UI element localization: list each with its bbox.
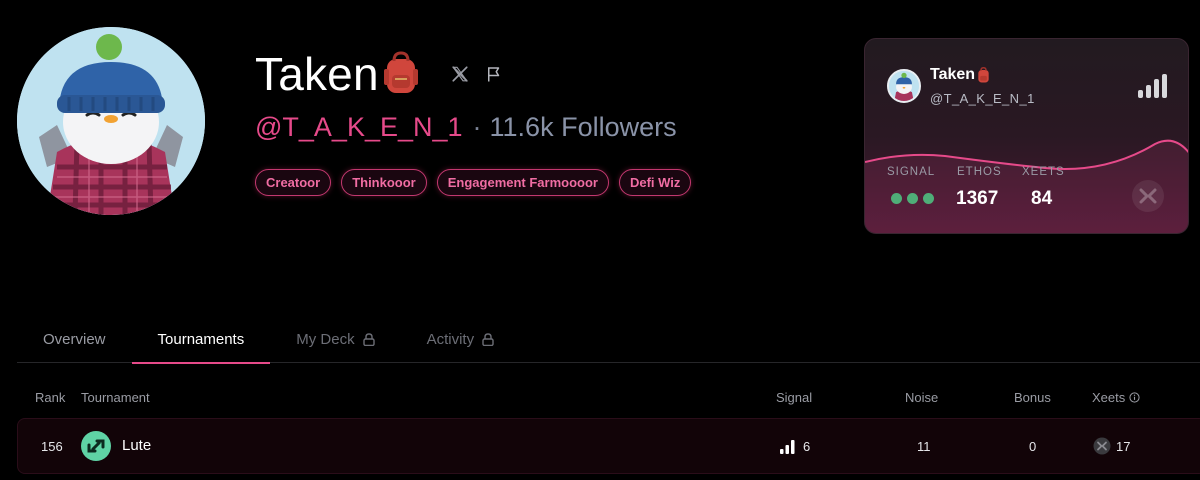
ethos-value: 1367	[956, 188, 999, 209]
xeets-label: XEETS	[1022, 166, 1065, 178]
lock-icon	[482, 332, 494, 346]
profile-handle-link[interactable]: @T_A_K_E_N_1	[255, 112, 463, 143]
profile-tabs: Overview Tournaments My Deck Activity	[17, 315, 1200, 364]
column-header-bonus: Bonus	[1014, 390, 1051, 405]
signal-bars-icon	[780, 440, 795, 454]
signal-dot	[923, 193, 934, 204]
tag-creatoor: Creatoor	[255, 169, 332, 196]
tag-defi-wiz: Defi Wiz	[618, 169, 692, 196]
ethos-label: ETHOS	[957, 166, 1002, 178]
lock-icon	[362, 332, 375, 346]
signal-label: SIGNAL	[887, 166, 936, 178]
tab-activity-label: Activity	[426, 330, 475, 348]
row-xeets: 17	[1116, 439, 1131, 454]
tag-engagement-farmoooor: Engagement Farmoooor	[436, 169, 609, 196]
flag-icon[interactable]	[485, 65, 503, 83]
card-handle: @T_A_K_E_N_1	[930, 91, 1035, 106]
followers-count: 11.6k Followers	[489, 112, 677, 142]
backpack-icon	[383, 51, 418, 93]
profile-info: Taken @T_A_K_E_N_1 · 11.6k Followers Cre…	[255, 48, 692, 196]
table-row[interactable]: 156 Lute 6 11 0 17	[17, 418, 1200, 474]
column-header-tournament: Tournament	[81, 390, 150, 405]
xeets-value: 84	[1031, 188, 1053, 209]
signal-dot	[891, 193, 902, 204]
profile-tags: Creatoor Thinkooor Engagement Farmoooor …	[255, 169, 692, 196]
tag-thinkooor: Thinkooor	[341, 169, 427, 196]
signal-bars-icon	[1138, 74, 1167, 98]
card-avatar	[887, 69, 921, 103]
tab-tournaments[interactable]: Tournaments	[131, 315, 271, 364]
backpack-icon	[978, 66, 989, 83]
signal-dot	[907, 193, 918, 204]
tab-my-deck-label: My Deck	[296, 330, 355, 348]
column-header-xeets-label: Xeets	[1092, 390, 1126, 405]
row-bonus: 0	[1029, 439, 1037, 454]
column-header-xeets: Xeets	[1092, 390, 1140, 405]
column-header-signal: Signal	[776, 390, 813, 405]
profile-name: Taken	[255, 48, 379, 100]
profile-avatar	[17, 27, 205, 215]
info-icon[interactable]	[1129, 392, 1140, 403]
penguin-avatar-image	[17, 27, 205, 215]
xeet-logo-icon	[1132, 180, 1164, 212]
column-header-rank: Rank	[35, 390, 66, 405]
tab-activity[interactable]: Activity	[401, 315, 521, 363]
xeet-logo-icon	[1093, 437, 1111, 455]
row-signal: 6	[803, 439, 811, 454]
card-name-text: Taken	[930, 66, 976, 83]
tab-overview-label: Overview	[43, 330, 106, 348]
row-noise: 11	[917, 439, 931, 454]
tab-overview[interactable]: Overview	[17, 315, 132, 363]
tab-tournaments-label: Tournaments	[157, 330, 245, 348]
card-name: Taken	[930, 66, 991, 84]
profile-stat-card: Taken @T_A_K_E_N_1 SIGNAL ETHOS XEETS 13…	[864, 38, 1189, 234]
row-rank: 156	[41, 439, 63, 454]
separator-dot: ·	[472, 112, 482, 142]
lute-logo-icon	[81, 431, 111, 461]
x-icon[interactable]	[451, 65, 469, 83]
penguin-avatar-mini	[889, 71, 919, 101]
tab-my-deck[interactable]: My Deck	[270, 315, 400, 363]
column-header-noise: Noise	[905, 390, 939, 405]
row-tournament-name: Lute	[122, 437, 152, 454]
signal-level-dots	[891, 193, 934, 204]
